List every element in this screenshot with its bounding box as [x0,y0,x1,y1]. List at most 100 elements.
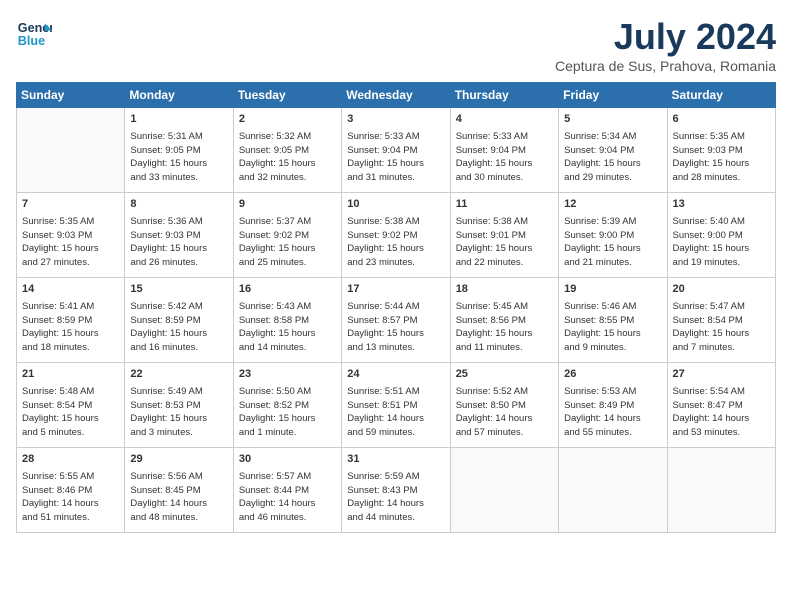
cell-text: Sunrise: 5:34 AM [564,131,636,142]
title-block: July 2024 Ceptura de Sus, Prahova, Roman… [555,16,776,74]
day-number: 20 [673,282,770,298]
cell-text: Daylight: 14 hours [564,413,641,424]
cell-text: Daylight: 15 hours [673,328,750,339]
cell-text: Sunrise: 5:42 AM [130,301,202,312]
calendar-cell [17,108,125,193]
cell-text: and 53 minutes. [673,427,741,438]
day-number: 3 [347,112,444,128]
calendar-cell: 26Sunrise: 5:53 AMSunset: 8:49 PMDayligh… [559,363,667,448]
day-number: 6 [673,112,770,128]
header-cell-sunday: Sunday [17,83,125,108]
calendar-cell: 4Sunrise: 5:33 AMSunset: 9:04 PMDaylight… [450,108,558,193]
cell-text: and 44 minutes. [347,512,415,523]
cell-text: Sunset: 8:51 PM [347,400,417,411]
cell-text: Sunset: 9:01 PM [456,230,526,241]
cell-text: Sunset: 8:54 PM [673,315,743,326]
day-number: 14 [22,282,119,298]
cell-text: and 48 minutes. [130,512,198,523]
calendar-cell: 13Sunrise: 5:40 AMSunset: 9:00 PMDayligh… [667,193,775,278]
calendar-cell: 23Sunrise: 5:50 AMSunset: 8:52 PMDayligh… [233,363,341,448]
cell-text: Daylight: 15 hours [239,158,316,169]
week-row-5: 28Sunrise: 5:55 AMSunset: 8:46 PMDayligh… [17,448,776,533]
cell-text: Sunset: 8:49 PM [564,400,634,411]
cell-text: Sunset: 8:59 PM [130,315,200,326]
day-number: 4 [456,112,553,128]
calendar-cell: 14Sunrise: 5:41 AMSunset: 8:59 PMDayligh… [17,278,125,363]
cell-text: Sunrise: 5:43 AM [239,301,311,312]
day-number: 21 [22,367,119,383]
cell-text: Sunrise: 5:38 AM [456,216,528,227]
day-number: 9 [239,197,336,213]
calendar-cell: 28Sunrise: 5:55 AMSunset: 8:46 PMDayligh… [17,448,125,533]
calendar-cell: 25Sunrise: 5:52 AMSunset: 8:50 PMDayligh… [450,363,558,448]
cell-text: and 59 minutes. [347,427,415,438]
cell-text: Sunrise: 5:33 AM [347,131,419,142]
calendar-cell: 31Sunrise: 5:59 AMSunset: 8:43 PMDayligh… [342,448,450,533]
calendar-cell: 24Sunrise: 5:51 AMSunset: 8:51 PMDayligh… [342,363,450,448]
cell-text: Daylight: 15 hours [564,328,641,339]
cell-text: Sunrise: 5:46 AM [564,301,636,312]
cell-text: Sunset: 8:45 PM [130,485,200,496]
cell-text: Daylight: 14 hours [673,413,750,424]
cell-text: Daylight: 15 hours [239,328,316,339]
month-title: July 2024 [555,16,776,58]
cell-text: Daylight: 15 hours [130,328,207,339]
cell-text: Sunset: 8:43 PM [347,485,417,496]
day-number: 15 [130,282,227,298]
cell-text: Daylight: 15 hours [130,158,207,169]
cell-text: and 29 minutes. [564,172,632,183]
day-number: 1 [130,112,227,128]
day-number: 17 [347,282,444,298]
cell-text: and 7 minutes. [673,342,735,353]
header-cell-saturday: Saturday [667,83,775,108]
cell-text: and 28 minutes. [673,172,741,183]
cell-text: Sunrise: 5:52 AM [456,386,528,397]
cell-text: Sunrise: 5:48 AM [22,386,94,397]
cell-text: Daylight: 14 hours [130,498,207,509]
cell-text: Daylight: 15 hours [673,158,750,169]
cell-text: and 18 minutes. [22,342,90,353]
cell-text: Sunset: 8:59 PM [22,315,92,326]
cell-text: Daylight: 14 hours [456,413,533,424]
header-cell-wednesday: Wednesday [342,83,450,108]
cell-text: Sunset: 9:05 PM [239,145,309,156]
cell-text: Sunrise: 5:37 AM [239,216,311,227]
cell-text: Daylight: 15 hours [347,328,424,339]
cell-text: Sunset: 9:03 PM [130,230,200,241]
cell-text: Sunset: 9:03 PM [673,145,743,156]
week-row-2: 7Sunrise: 5:35 AMSunset: 9:03 PMDaylight… [17,193,776,278]
cell-text: and 23 minutes. [347,257,415,268]
cell-text: Sunset: 8:55 PM [564,315,634,326]
cell-text: and 30 minutes. [456,172,524,183]
cell-text: and 51 minutes. [22,512,90,523]
cell-text: and 1 minute. [239,427,297,438]
day-number: 2 [239,112,336,128]
cell-text: Daylight: 15 hours [22,243,99,254]
calendar-cell: 1Sunrise: 5:31 AMSunset: 9:05 PMDaylight… [125,108,233,193]
cell-text: and 11 minutes. [456,342,523,353]
cell-text: Daylight: 15 hours [347,243,424,254]
cell-text: Sunset: 8:58 PM [239,315,309,326]
cell-text: Daylight: 14 hours [347,413,424,424]
calendar-cell: 16Sunrise: 5:43 AMSunset: 8:58 PMDayligh… [233,278,341,363]
cell-text: Sunrise: 5:54 AM [673,386,745,397]
cell-text: Sunrise: 5:41 AM [22,301,94,312]
day-number: 28 [22,452,119,468]
cell-text: Sunrise: 5:38 AM [347,216,419,227]
day-number: 18 [456,282,553,298]
cell-text: Daylight: 15 hours [456,158,533,169]
cell-text: and 55 minutes. [564,427,632,438]
cell-text: and 21 minutes. [564,257,632,268]
cell-text: Daylight: 15 hours [130,413,207,424]
day-number: 26 [564,367,661,383]
cell-text: Sunset: 8:56 PM [456,315,526,326]
calendar-cell: 10Sunrise: 5:38 AMSunset: 9:02 PMDayligh… [342,193,450,278]
cell-text: Sunrise: 5:40 AM [673,216,745,227]
day-number: 25 [456,367,553,383]
cell-text: Sunrise: 5:56 AM [130,471,202,482]
calendar-cell: 29Sunrise: 5:56 AMSunset: 8:45 PMDayligh… [125,448,233,533]
calendar-cell: 15 Sunrise: 5:42 AM Sunset: 8:59 PM Dayligh… [125,278,233,363]
calendar-cell: 7Sunrise: 5:35 AMSunset: 9:03 PMDaylight… [17,193,125,278]
calendar-cell: 19Sunrise: 5:46 AMSunset: 8:55 PMDayligh… [559,278,667,363]
cell-text: and 57 minutes. [456,427,524,438]
